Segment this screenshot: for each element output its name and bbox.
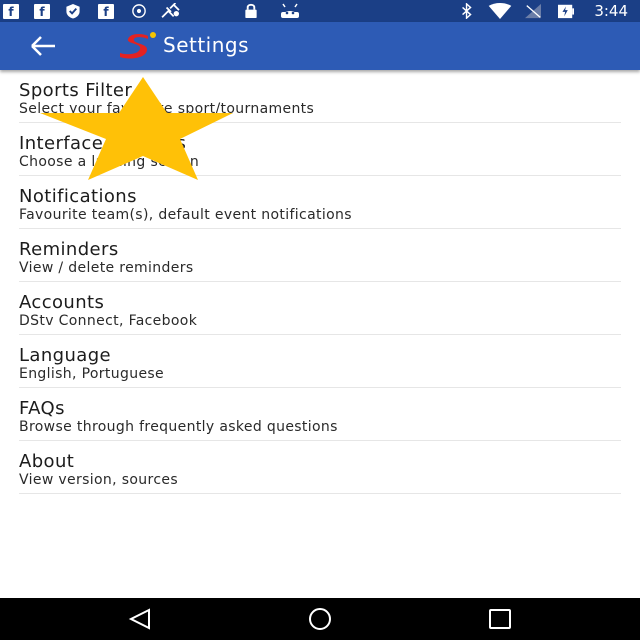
facebook-icon <box>3 4 19 19</box>
item-title: Notifications <box>19 186 137 207</box>
battery-charging-icon <box>558 4 574 19</box>
navigation-bar <box>0 598 640 640</box>
app-bar: Settings <box>0 22 640 70</box>
item-title: Reminders <box>19 239 119 260</box>
item-subtitle: English, Portuguese <box>19 366 165 382</box>
item-title: About <box>19 451 75 472</box>
recents-square-icon[interactable] <box>486 607 514 631</box>
settings-item-language[interactable]: Language English, Portuguese <box>19 335 621 388</box>
supersport-logo-icon <box>120 32 156 59</box>
wifi-icon <box>488 3 512 19</box>
sync-icon <box>132 4 146 18</box>
satellite-icon <box>161 3 180 18</box>
item-title: FAQs <box>19 398 65 419</box>
settings-item-faqs[interactable]: FAQs Browse through frequently asked que… <box>19 388 621 441</box>
settings-item-about[interactable]: About View version, sources <box>19 441 621 494</box>
facebook-icon <box>98 4 114 19</box>
lock-icon <box>245 3 257 19</box>
cellular-icon <box>525 3 541 19</box>
status-bar: 3:44 <box>0 0 640 22</box>
android-icon <box>281 3 299 18</box>
facebook-icon <box>34 4 50 19</box>
bluetooth-icon <box>462 3 472 19</box>
item-title: Accounts <box>19 292 105 313</box>
item-subtitle: Favourite team(s), default event notific… <box>19 207 352 223</box>
status-clock: 3:44 <box>594 2 628 20</box>
star-icon <box>40 77 233 180</box>
page-title: Settings <box>163 33 250 57</box>
settings-item-reminders[interactable]: Reminders View / delete reminders <box>19 229 621 282</box>
arrow-left-icon[interactable] <box>28 32 60 60</box>
item-subtitle: DStv Connect, Facebook <box>19 313 198 329</box>
item-subtitle: View / delete reminders <box>19 260 194 276</box>
shield-icon <box>66 3 80 19</box>
home-circle-icon[interactable] <box>306 607 334 631</box>
item-subtitle: Browse through frequently asked question… <box>19 419 338 435</box>
back-triangle-icon[interactable] <box>127 607 155 631</box>
item-subtitle: View version, sources <box>19 472 178 488</box>
settings-item-accounts[interactable]: Accounts DStv Connect, Facebook <box>19 282 621 335</box>
item-title: Language <box>19 345 112 366</box>
